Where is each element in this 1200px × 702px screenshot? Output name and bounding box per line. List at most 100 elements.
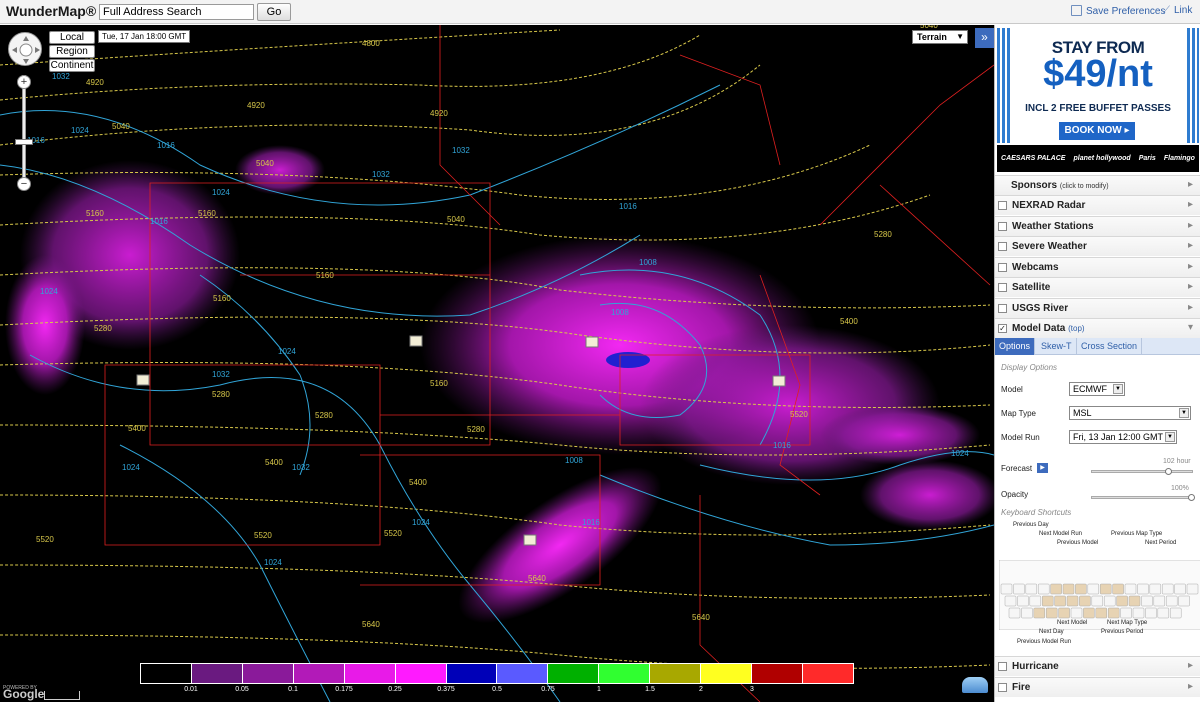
layer-checkbox[interactable] — [998, 263, 1007, 272]
address-search-input[interactable] — [99, 4, 254, 20]
scale-region-button[interactable]: Region — [49, 45, 95, 58]
layer-checkbox[interactable] — [998, 283, 1007, 292]
save-preferences-link[interactable]: Save Preferences — [1071, 5, 1166, 17]
keyboard-key — [1165, 595, 1178, 607]
keyboard-key — [1116, 595, 1128, 607]
layer-weather-stations[interactable]: Weather Stations ▸ — [995, 216, 1200, 236]
layer-checkbox-checked[interactable]: ✓ — [998, 324, 1007, 333]
model-select[interactable]: ECMWF ▼ — [1069, 382, 1125, 396]
zoom-slider[interactable] — [22, 75, 26, 183]
shortcut-label: Next Model — [1057, 620, 1088, 626]
keyboard-key — [1157, 607, 1170, 619]
zoom-in-button[interactable]: + — [17, 75, 31, 89]
keyboard-key — [1013, 583, 1025, 595]
legend-swatch — [446, 664, 498, 683]
layer-hurricane[interactable]: Hurricane ▸ — [995, 656, 1200, 676]
contour-label: 5520 — [36, 535, 54, 544]
sponsors-note: (click to modify) — [1059, 183, 1109, 190]
wunderground-logo[interactable] — [962, 677, 988, 693]
legend-tick: 0.05 — [235, 686, 249, 693]
legend-swatch — [802, 664, 853, 683]
tab-skew-t[interactable]: Skew-T — [1037, 338, 1077, 355]
layer-checkbox[interactable] — [998, 201, 1007, 210]
contour-label: 1016 — [582, 518, 600, 527]
layer-label: Hurricane — [1012, 661, 1059, 672]
play-icon[interactable]: ▶ — [1037, 463, 1048, 473]
ad-brand: planet hollywood — [1073, 155, 1131, 162]
contour-label: 4920 — [86, 78, 104, 87]
layer-checkbox[interactable] — [998, 662, 1007, 671]
layer-checkbox[interactable] — [998, 304, 1007, 313]
station-marker — [585, 336, 599, 348]
contour-label: 1032 — [52, 72, 70, 81]
layer-label: Fire — [1012, 682, 1031, 693]
layer-sponsors[interactable]: Sponsors (click to modify) ▸ — [995, 175, 1200, 195]
keyboard-key — [1161, 583, 1174, 595]
layer-nexrad-radar[interactable]: NEXRAD Radar ▸ — [995, 195, 1200, 215]
layer-satellite[interactable]: Satellite ▸ — [995, 277, 1200, 297]
opacity-slider[interactable] — [1091, 496, 1193, 499]
layer-model-data[interactable]: ✓ Model Data (top) ▾ — [995, 318, 1200, 338]
shortcut-label: Previous Model Run — [1017, 639, 1072, 645]
floppy-icon — [1071, 5, 1082, 16]
zoom-out-button[interactable]: − — [17, 177, 31, 191]
contour-label: 5160 — [86, 209, 104, 218]
model-data-top-link[interactable]: (top) — [1068, 324, 1084, 333]
tab-options[interactable]: Options — [995, 338, 1036, 355]
sidebar: STAY FROM $49/nt INCL 2 FREE BUFFET PASS… — [994, 25, 1200, 702]
ad-brand-strip: CAESARS PALACE planet hollywood Paris Fl… — [997, 145, 1199, 172]
contour-label: 5160 — [198, 209, 216, 218]
contour-label: 5520 — [790, 410, 808, 419]
layer-severe-weather[interactable]: Severe Weather ▸ — [995, 236, 1200, 256]
keyboard-key — [1062, 583, 1075, 595]
ad-book-now-button[interactable]: BOOK NOW ▸ — [1059, 122, 1135, 140]
opacity-slider-thumb[interactable] — [1188, 494, 1195, 501]
contour-label: 1016 — [773, 441, 791, 450]
keyboard-key — [1107, 607, 1120, 619]
layer-checkbox[interactable] — [998, 683, 1007, 692]
keyboard-key — [1174, 583, 1186, 595]
legend-swatch — [752, 664, 803, 683]
legend-swatch — [650, 664, 702, 683]
map-type-select[interactable]: MSL ▼ — [1069, 406, 1191, 420]
layer-checkbox[interactable] — [998, 242, 1007, 251]
tab-cross-section[interactable]: Cross Section — [1077, 338, 1143, 355]
scale-local-button[interactable]: Local — [49, 31, 95, 44]
contour-label: 5640 — [692, 613, 710, 622]
map-type-dropdown[interactable]: Terrain ▼ — [912, 30, 968, 44]
layer-fire[interactable]: Fire ▸ — [995, 677, 1200, 697]
expand-sidebar-button[interactable]: » — [975, 28, 994, 48]
scale-continent-button[interactable]: Continent — [49, 59, 95, 72]
opacity-value: 100% — [1171, 485, 1189, 492]
keyboard-key — [1079, 595, 1091, 607]
map-canvas[interactable]: 4800 4920 4920 4920 5040 5040 5040 5160 … — [0, 25, 994, 702]
shortcut-label: Previous Period — [1101, 629, 1144, 635]
link-button[interactable]: ⟋ Link — [1163, 5, 1192, 16]
contour-label: 1032 — [452, 146, 470, 155]
keyboard-key — [1017, 595, 1029, 607]
precip-legend — [140, 663, 854, 684]
google-logo[interactable]: Google — [3, 687, 44, 701]
keyboard-key — [1050, 583, 1062, 595]
app-logo[interactable]: WunderMap® — [6, 3, 96, 19]
chevron-down-icon: ▼ — [1179, 408, 1189, 418]
advertisement[interactable]: STAY FROM $49/nt INCL 2 FREE BUFFET PASS… — [997, 28, 1199, 172]
forecast-slider-thumb[interactable] — [1164, 468, 1172, 475]
shortcut-label: Previous Map Type — [1111, 531, 1163, 537]
contour-label: 1032 — [372, 170, 390, 179]
keyboard-key — [1004, 595, 1017, 607]
layer-webcams[interactable]: Webcams ▸ — [995, 257, 1200, 277]
layer-checkbox[interactable] — [998, 222, 1007, 231]
keyboard-diagram — [998, 559, 1200, 631]
zoom-slider-thumb[interactable] — [15, 139, 33, 145]
legend-swatch — [344, 664, 396, 683]
forecast-slider[interactable] — [1091, 470, 1193, 473]
model-run-select[interactable]: Fri, 13 Jan 12:00 GMT ▼ — [1069, 430, 1177, 444]
keyboard-key — [1041, 595, 1054, 607]
go-button[interactable]: Go — [257, 3, 291, 21]
shortcut-label: Next Map Type — [1107, 620, 1148, 626]
pan-control[interactable] — [8, 32, 42, 66]
layer-usgs-river[interactable]: USGS River ▸ — [995, 298, 1200, 318]
chevron-right-icon: ▸ — [1187, 281, 1193, 292]
contour-label: 4800 — [362, 39, 380, 48]
